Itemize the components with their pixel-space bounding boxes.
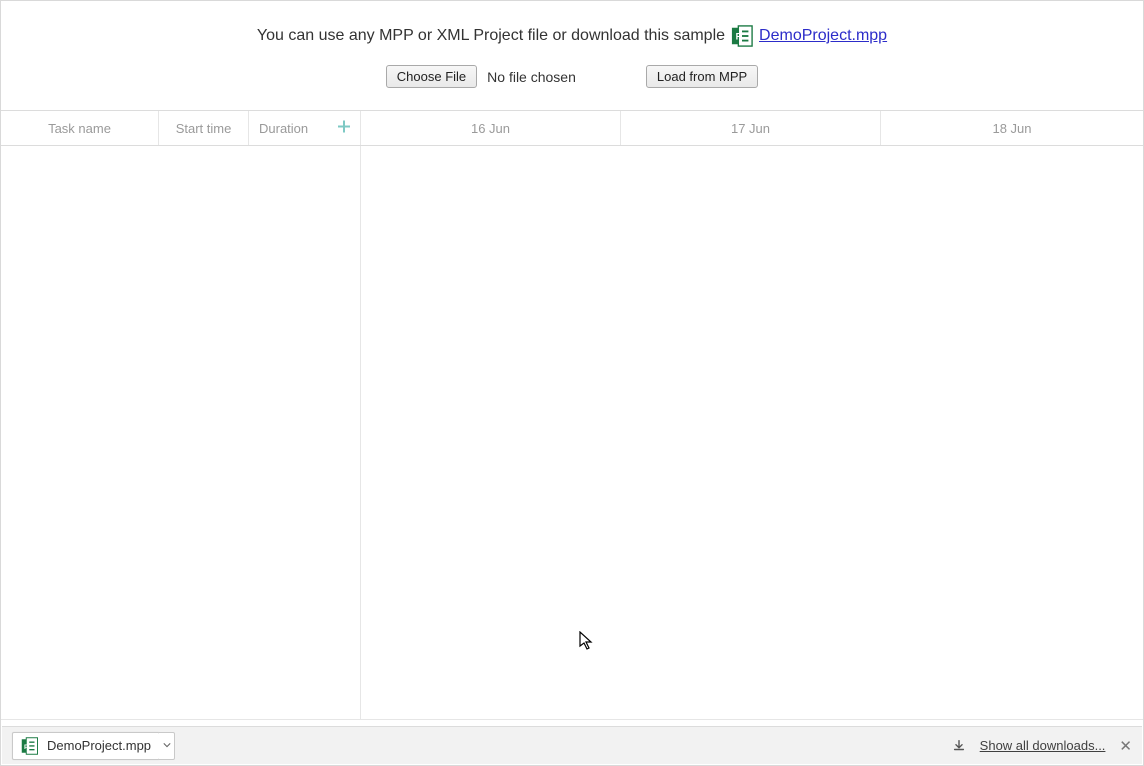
grid-body: [1, 146, 1143, 720]
choose-file-button[interactable]: Choose File: [386, 65, 477, 88]
download-file-name: DemoProject.mpp: [47, 738, 151, 753]
column-header-duration[interactable]: Duration: [249, 111, 361, 145]
grid-header-row: Task name Start time Duration 16 Jun 17 …: [1, 110, 1143, 146]
download-bar-right: Show all downloads... ✕: [952, 737, 1132, 755]
timeline-header-2[interactable]: 18 Jun: [881, 111, 1143, 145]
timeline-header-0-label: 16 Jun: [471, 121, 510, 136]
svg-text:P: P: [736, 32, 742, 42]
download-bar: P DemoProject.mpp Show all downloads...: [2, 726, 1142, 764]
column-header-start-time-label: Start time: [176, 121, 232, 136]
add-column-icon[interactable]: [336, 119, 352, 138]
download-item[interactable]: P DemoProject.mpp: [12, 732, 160, 760]
mpp-file-icon: P: [21, 737, 39, 755]
download-item-menu-button[interactable]: [159, 732, 175, 760]
task-grid-body[interactable]: [1, 146, 361, 719]
mpp-file-icon: P: [731, 25, 753, 47]
top-panel: You can use any MPP or XML Project file …: [1, 1, 1143, 88]
column-header-task-name-label: Task name: [48, 121, 111, 136]
download-icon: [952, 739, 966, 753]
column-header-duration-label: Duration: [259, 121, 308, 136]
timeline-header-1-label: 17 Jun: [731, 121, 770, 136]
app-window: You can use any MPP or XML Project file …: [0, 0, 1144, 766]
timeline-header-0[interactable]: 16 Jun: [361, 111, 621, 145]
sample-download-link[interactable]: DemoProject.mpp: [759, 27, 887, 45]
instruction-text: You can use any MPP or XML Project file …: [257, 27, 725, 45]
instruction-row: You can use any MPP or XML Project file …: [1, 25, 1143, 47]
file-controls-row: Choose File No file chosen Load from MPP: [1, 65, 1143, 88]
close-icon: ✕: [1119, 738, 1132, 755]
timeline-header-1[interactable]: 17 Jun: [621, 111, 881, 145]
svg-text:P: P: [24, 744, 29, 751]
column-header-task-name[interactable]: Task name: [1, 111, 159, 145]
load-from-mpp-button[interactable]: Load from MPP: [646, 65, 758, 88]
column-header-start-time[interactable]: Start time: [159, 111, 249, 145]
gantt-timeline-body[interactable]: [361, 146, 1143, 719]
close-download-bar-button[interactable]: ✕: [1119, 737, 1132, 755]
timeline-header-2-label: 18 Jun: [992, 121, 1031, 136]
chevron-down-icon: [163, 737, 171, 752]
no-file-chosen-text: No file chosen: [487, 69, 576, 85]
show-all-downloads-link[interactable]: Show all downloads...: [980, 738, 1106, 753]
